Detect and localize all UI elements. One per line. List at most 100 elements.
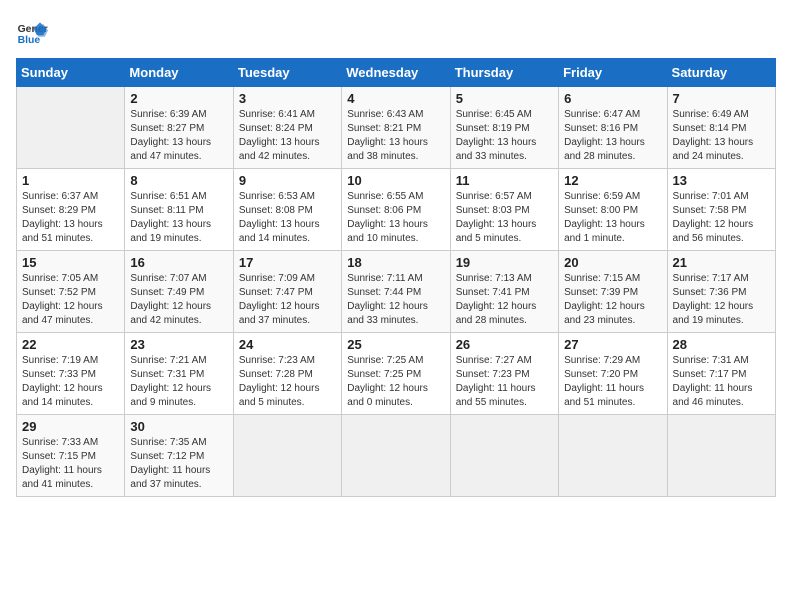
calendar-cell: 5 Sunrise: 6:45 AMSunset: 8:19 PMDaylight… — [450, 87, 558, 169]
day-number: 10 — [347, 173, 444, 188]
calendar-cell: 29 Sunrise: 7:33 AMSunset: 7:15 PMDayligh… — [17, 415, 125, 497]
logo-icon: General Blue — [16, 16, 48, 48]
calendar-cell: 28Sunrise: 7:31 AMSunset: 7:17 PMDayligh… — [667, 333, 775, 415]
day-number: 23 — [130, 337, 227, 352]
day-number: 12 — [564, 173, 661, 188]
day-detail: Sunrise: 7:21 AMSunset: 7:31 PMDaylight:… — [130, 354, 227, 410]
day-detail: Sunrise: 6:37 AMSunset: 8:29 PMDaylight:… — [22, 190, 119, 246]
day-detail: Sunrise: 6:45 AMSunset: 8:19 PMDaylight:… — [456, 108, 553, 164]
day-detail: Sunrise: 7:33 AMSunset: 7:15 PMDaylight:… — [22, 436, 119, 492]
day-detail: Sunrise: 7:27 AMSunset: 7:23 PMDaylight:… — [456, 354, 553, 410]
day-number: 26 — [456, 337, 553, 352]
day-detail: Sunrise: 7:35 AMSunset: 7:12 PMDaylight:… — [130, 436, 227, 492]
calendar-cell: 22 Sunrise: 7:19 AMSunset: 7:33 PMDayligh… — [17, 333, 125, 415]
calendar-cell: 20 Sunrise: 7:15 AMSunset: 7:39 PMDayligh… — [559, 251, 667, 333]
day-number: 24 — [239, 337, 336, 352]
calendar-week-3: 22 Sunrise: 7:19 AMSunset: 7:33 PMDayligh… — [17, 333, 776, 415]
day-detail: Sunrise: 7:15 AMSunset: 7:39 PMDaylight:… — [564, 272, 661, 328]
day-number: 11 — [456, 173, 553, 188]
day-detail: Sunrise: 7:01 AMSunset: 7:58 PMDaylight:… — [673, 190, 770, 246]
day-number: 22 — [22, 337, 119, 352]
day-number: 8 — [130, 173, 227, 188]
day-detail: Sunrise: 7:29 AMSunset: 7:20 PMDaylight:… — [564, 354, 661, 410]
day-detail: Sunrise: 6:49 AMSunset: 8:14 PMDaylight:… — [673, 108, 770, 164]
calendar-cell — [233, 415, 341, 497]
day-detail: Sunrise: 7:13 AMSunset: 7:41 PMDaylight:… — [456, 272, 553, 328]
calendar-cell: 23 Sunrise: 7:21 AMSunset: 7:31 PMDayligh… — [125, 333, 233, 415]
day-detail: Sunrise: 6:43 AMSunset: 8:21 PMDaylight:… — [347, 108, 444, 164]
day-detail: Sunrise: 6:51 AMSunset: 8:11 PMDaylight:… — [130, 190, 227, 246]
day-detail: Sunrise: 6:59 AMSunset: 8:00 PMDaylight:… — [564, 190, 661, 246]
calendar-cell: 18Sunrise: 7:11 AMSunset: 7:44 PMDayligh… — [342, 251, 450, 333]
day-number: 7 — [673, 91, 770, 106]
day-detail: Sunrise: 6:55 AMSunset: 8:06 PMDaylight:… — [347, 190, 444, 246]
calendar-cell — [17, 87, 125, 169]
day-number: 15 — [22, 255, 119, 270]
day-detail: Sunrise: 6:39 AMSunset: 8:27 PMDaylight:… — [130, 108, 227, 164]
header-monday: Monday — [125, 59, 233, 87]
calendar-cell: 24 Sunrise: 7:23 AMSunset: 7:28 PMDayligh… — [233, 333, 341, 415]
calendar-cell: 4 Sunrise: 6:43 AMSunset: 8:21 PMDaylight… — [342, 87, 450, 169]
day-number: 28 — [673, 337, 770, 352]
day-number: 2 — [130, 91, 227, 106]
day-number: 27 — [564, 337, 661, 352]
day-number: 25 — [347, 337, 444, 352]
day-number: 16 — [130, 255, 227, 270]
header-tuesday: Tuesday — [233, 59, 341, 87]
calendar-cell: 3 Sunrise: 6:41 AMSunset: 8:24 PMDaylight… — [233, 87, 341, 169]
day-number: 5 — [456, 91, 553, 106]
day-detail: Sunrise: 6:53 AMSunset: 8:08 PMDaylight:… — [239, 190, 336, 246]
day-detail: Sunrise: 7:25 AMSunset: 7:25 PMDaylight:… — [347, 354, 444, 410]
day-number: 17 — [239, 255, 336, 270]
svg-text:Blue: Blue — [18, 35, 41, 46]
day-number: 18 — [347, 255, 444, 270]
calendar-week-4: 29 Sunrise: 7:33 AMSunset: 7:15 PMDayligh… — [17, 415, 776, 497]
day-number: 1 — [22, 173, 119, 188]
day-detail: Sunrise: 7:07 AMSunset: 7:49 PMDaylight:… — [130, 272, 227, 328]
calendar-cell: 17 Sunrise: 7:09 AMSunset: 7:47 PMDayligh… — [233, 251, 341, 333]
day-detail: Sunrise: 7:19 AMSunset: 7:33 PMDaylight:… — [22, 354, 119, 410]
day-number: 19 — [456, 255, 553, 270]
calendar-cell: 8 Sunrise: 6:51 AMSunset: 8:11 PMDaylight… — [125, 169, 233, 251]
header-row: SundayMondayTuesdayWednesdayThursdayFrid… — [17, 59, 776, 87]
calendar-cell: 10 Sunrise: 6:55 AMSunset: 8:06 PMDayligh… — [342, 169, 450, 251]
calendar-week-1: 1 Sunrise: 6:37 AMSunset: 8:29 PMDaylight… — [17, 169, 776, 251]
calendar-cell: 11 Sunrise: 6:57 AMSunset: 8:03 PMDayligh… — [450, 169, 558, 251]
day-number: 13 — [673, 173, 770, 188]
day-number: 3 — [239, 91, 336, 106]
calendar-cell: 13 Sunrise: 7:01 AMSunset: 7:58 PMDayligh… — [667, 169, 775, 251]
calendar-cell: 21 Sunrise: 7:17 AMSunset: 7:36 PMDayligh… — [667, 251, 775, 333]
logo: General Blue — [16, 16, 52, 48]
calendar-cell — [667, 415, 775, 497]
header-thursday: Thursday — [450, 59, 558, 87]
day-detail: Sunrise: 7:09 AMSunset: 7:47 PMDaylight:… — [239, 272, 336, 328]
day-detail: Sunrise: 6:41 AMSunset: 8:24 PMDaylight:… — [239, 108, 336, 164]
calendar-cell: 30 Sunrise: 7:35 AMSunset: 7:12 PMDayligh… — [125, 415, 233, 497]
day-detail: Sunrise: 7:23 AMSunset: 7:28 PMDaylight:… — [239, 354, 336, 410]
calendar-cell: 15Sunrise: 7:05 AMSunset: 7:52 PMDayligh… — [17, 251, 125, 333]
day-number: 29 — [22, 419, 119, 434]
calendar-cell: 2 Sunrise: 6:39 AMSunset: 8:27 PMDaylight… — [125, 87, 233, 169]
day-detail: Sunrise: 6:57 AMSunset: 8:03 PMDaylight:… — [456, 190, 553, 246]
calendar-cell: 16 Sunrise: 7:07 AMSunset: 7:49 PMDayligh… — [125, 251, 233, 333]
day-number: 20 — [564, 255, 661, 270]
page-header: General Blue — [16, 16, 776, 48]
calendar-week-2: 15Sunrise: 7:05 AMSunset: 7:52 PMDayligh… — [17, 251, 776, 333]
day-number: 21 — [673, 255, 770, 270]
calendar-cell: 12 Sunrise: 6:59 AMSunset: 8:00 PMDayligh… — [559, 169, 667, 251]
calendar-cell — [450, 415, 558, 497]
calendar-week-0: 2 Sunrise: 6:39 AMSunset: 8:27 PMDaylight… — [17, 87, 776, 169]
header-saturday: Saturday — [667, 59, 775, 87]
day-detail: Sunrise: 6:47 AMSunset: 8:16 PMDaylight:… — [564, 108, 661, 164]
calendar-cell — [342, 415, 450, 497]
header-sunday: Sunday — [17, 59, 125, 87]
calendar-cell: 19 Sunrise: 7:13 AMSunset: 7:41 PMDayligh… — [450, 251, 558, 333]
calendar-cell: 25 Sunrise: 7:25 AMSunset: 7:25 PMDayligh… — [342, 333, 450, 415]
day-number: 4 — [347, 91, 444, 106]
day-detail: Sunrise: 7:17 AMSunset: 7:36 PMDaylight:… — [673, 272, 770, 328]
calendar-cell: 1 Sunrise: 6:37 AMSunset: 8:29 PMDaylight… — [17, 169, 125, 251]
day-number: 9 — [239, 173, 336, 188]
calendar-cell: 9 Sunrise: 6:53 AMSunset: 8:08 PMDaylight… — [233, 169, 341, 251]
day-number: 30 — [130, 419, 227, 434]
calendar-cell: 27 Sunrise: 7:29 AMSunset: 7:20 PMDayligh… — [559, 333, 667, 415]
